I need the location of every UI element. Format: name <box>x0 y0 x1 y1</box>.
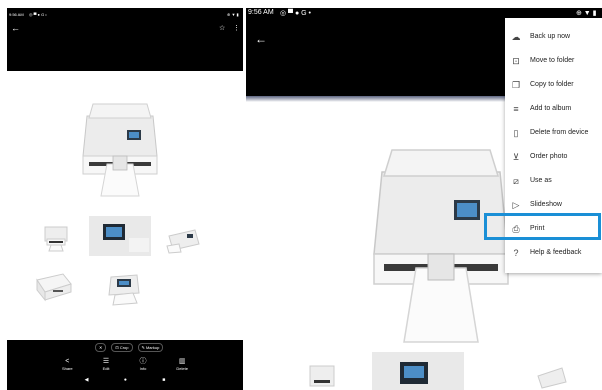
status-icons-left: ◎ ▀ ● G • <box>280 10 311 17</box>
info-button[interactable]: ⓘ Info <box>139 358 146 371</box>
nav-recents-icon[interactable]: ■ <box>162 377 165 383</box>
thumbnail-scanner-front[interactable] <box>39 221 73 253</box>
share-button[interactable]: < Share <box>62 358 73 371</box>
thumbnail-scanner-angle[interactable] <box>103 267 145 307</box>
cloud-upload-icon: ☁ <box>511 32 521 42</box>
print-highlight-box <box>484 213 601 240</box>
back-arrow-icon[interactable]: ← <box>11 23 20 33</box>
use-as-icon: ⧄ <box>513 176 519 186</box>
delete-icon: ▥ <box>178 358 186 365</box>
status-time: 9:56 AM <box>248 9 274 16</box>
thumbnail-scanner-panel[interactable] <box>89 216 151 256</box>
app-bar: ← ☆ ⋮ <box>7 21 243 71</box>
delete-button[interactable]: ▥ Delete <box>176 358 188 371</box>
edit-icon: ☰ <box>102 358 110 365</box>
bottom-action-bar: ✕ ⊡ Crop ✎ Markup < Share ☰ Edit ⓘ Info ▥ De… <box>7 340 243 390</box>
help-icon: ? <box>513 248 519 258</box>
nav-back-icon[interactable]: ◀ <box>85 377 89 383</box>
menu-item-back-up-now[interactable]: ☁ Back up now <box>505 25 602 49</box>
star-icon[interactable]: ☆ <box>219 24 225 32</box>
menu-item-help-feedback[interactable]: ? Help & feedback <box>505 241 602 265</box>
menu-item-move-to-folder[interactable]: ⊡ Move to folder <box>505 49 602 73</box>
menu-item-add-to-album[interactable]: ≡ Add to album <box>505 97 602 121</box>
status-time: 9:56 AM <box>9 12 24 17</box>
menu-item-delete-from-device[interactable]: ▯ Delete from device <box>505 121 602 145</box>
thumbnail-scanner-closed[interactable] <box>33 270 75 304</box>
delete-from-device-icon: ▯ <box>513 128 519 138</box>
edit-chips: ✕ ⊡ Crop ✎ Markup <box>95 343 164 352</box>
close-chip[interactable]: ✕ <box>95 343 107 352</box>
status-icons-left: ◎ ▀ ● G • <box>29 12 47 17</box>
edit-button[interactable]: ☰ Edit <box>103 358 110 371</box>
back-arrow-icon[interactable]: ← <box>255 32 267 46</box>
slideshow-icon: ▷ <box>512 200 520 210</box>
move-to-folder-icon: ⊡ <box>512 56 520 66</box>
system-nav-bar: ◀ ● ■ <box>7 377 243 383</box>
info-icon: ⓘ <box>139 358 147 365</box>
cart-icon: ⊻ <box>512 152 520 162</box>
crop-chip[interactable]: ⊡ Crop <box>111 343 133 352</box>
status-icons-right: ⊕ ▼ ▮ <box>227 12 239 17</box>
thumbnail-scanner-side[interactable] <box>534 364 570 390</box>
menu-item-order-photo[interactable]: ⊻ Order photo <box>505 145 602 169</box>
menu-item-copy-to-folder[interactable]: ❐ Copy to folder <box>505 73 602 97</box>
copy-to-folder-icon: ❐ <box>511 80 521 90</box>
more-vert-icon[interactable]: ⋮ <box>233 24 240 32</box>
thumbnail-scanner-front[interactable] <box>302 358 342 390</box>
markup-chip[interactable]: ✎ Markup <box>137 343 164 352</box>
status-bar: 9:56 AM ◎ ▀ ● G • ⊕ ▼ ▮ <box>7 8 243 21</box>
scanner-image <box>82 103 158 197</box>
status-icons-right: ⊕ ▼ ▮ <box>576 10 597 17</box>
left-phone-screen: 9:56 AM ◎ ▀ ● G • ⊕ ▼ ▮ ← ☆ ⋮ ✕ ⊡ Crop ✎… <box>7 8 243 390</box>
nav-home-icon[interactable]: ● <box>124 377 127 383</box>
add-to-album-icon: ≡ <box>513 104 519 114</box>
share-icon: < <box>65 358 70 365</box>
menu-item-use-as[interactable]: ⧄ Use as <box>505 169 602 193</box>
thumbnail-scanner-side[interactable] <box>165 226 203 254</box>
photo-actions: < Share ☰ Edit ⓘ Info ▥ Delete <box>7 358 243 371</box>
thumbnail-scanner-panel[interactable] <box>372 352 464 390</box>
scanner-image <box>373 149 509 343</box>
